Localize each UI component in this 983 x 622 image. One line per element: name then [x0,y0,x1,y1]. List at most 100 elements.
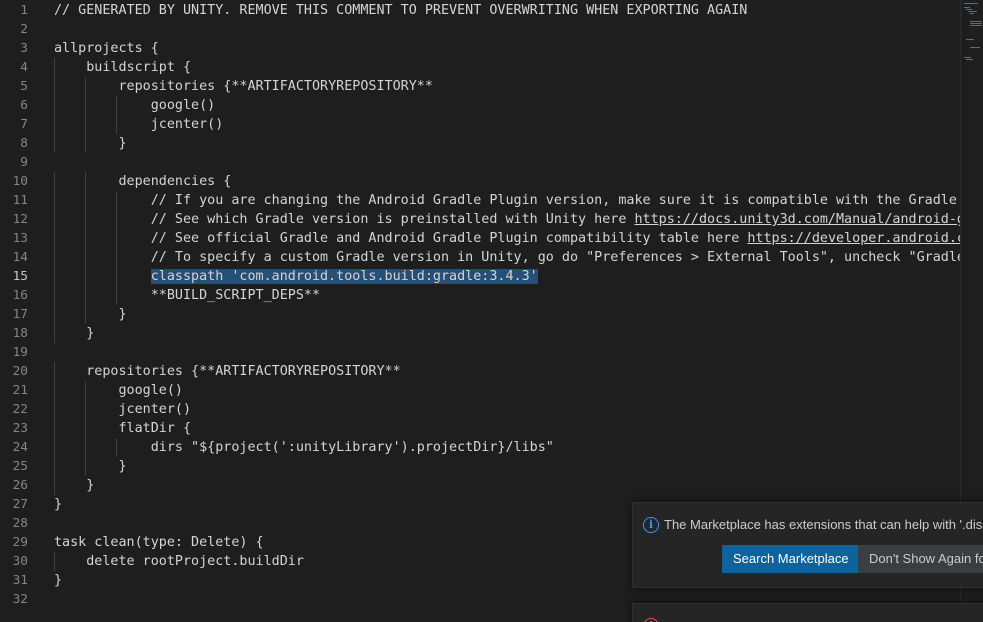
code-line[interactable]: 6 google() [0,96,960,115]
code-text: google() [54,381,183,400]
code-line[interactable]: 26 } [0,476,960,495]
code-content: // If you are changing the Android Gradl… [54,193,983,208]
line-number: 12 [12,212,28,227]
line-number: 14 [12,250,28,265]
line-number: 28 [12,516,28,531]
code-line[interactable]: 5 repositories {**ARTIFACTORYREPOSITORY*… [0,77,960,96]
minimap-line [964,7,970,8]
line-number: 1 [20,3,28,18]
code-line[interactable]: 15 classpath 'com.android.tools.build:gr… [0,267,960,286]
minimap-line [970,25,982,26]
line-number: 10 [12,174,28,189]
line-number: 30 [12,554,28,569]
minimap-line [964,3,978,4]
code-text: } [54,305,127,324]
code-line[interactable]: 18 } [0,324,960,343]
code-line[interactable]: 10 dependencies { [0,172,960,191]
line-number: 24 [12,440,28,455]
minimap-line [966,59,973,60]
code-content: jcenter() [54,402,192,417]
code-line[interactable]: 21 google() [0,381,960,400]
code-line[interactable]: 2 [0,20,960,39]
code-content: delete rootProject.buildDir [54,554,304,569]
selected-text: classpath 'com.android.tools.build:gradl… [150,269,538,284]
code-line[interactable]: 17 } [0,305,960,324]
code-line[interactable]: 8 } [0,134,960,153]
code-text: repositories {**ARTIFACTORYREPOSITORY** [54,362,401,381]
line-number: 18 [12,326,28,341]
code-content: // To specify a custom Gradle version in… [54,250,983,265]
code-content: flatDir { [54,421,192,436]
code-line[interactable]: 24 dirs "${project(':unityLibrary').proj… [0,438,960,457]
code-text: // GENERATED BY UNITY. REMOVE THIS COMME… [54,1,747,20]
code-content: buildscript { [54,60,192,75]
code-line[interactable]: 9 [0,153,960,172]
code-text: delete rootProject.buildDir [54,552,304,571]
code-text: // See official Gradle and Android Gradl… [54,229,983,248]
line-number: 11 [12,193,28,208]
code-content: } [54,307,127,322]
code-line[interactable]: 25 } [0,457,960,476]
code-text: } [54,324,94,343]
code-content: google() [54,98,216,113]
code-content: } [54,478,95,493]
dont-show-again-button[interactable]: Don't Show Again for [858,545,983,573]
code-line[interactable]: 22 jcenter() [0,400,960,419]
error-icon: ! [643,618,659,622]
code-content: repositories {**ARTIFACTORYREPOSITORY** [54,79,433,94]
code-line[interactable]: 3 allprojects { [0,39,960,58]
code-line[interactable]: 20 repositories {**ARTIFACTORYREPOSITORY… [0,362,960,381]
line-number: 26 [12,478,28,493]
line-number: 19 [12,345,28,360]
code-line[interactable]: 7 jcenter() [0,115,960,134]
code-text: dependencies { [54,172,231,191]
line-number: 6 [20,98,28,113]
line-number: 13 [12,231,28,246]
code-line[interactable]: 16 **BUILD_SCRIPT_DEPS** [0,286,960,305]
url-link[interactable]: https://developer.android.com/st [747,231,983,246]
code-line[interactable]: 11 // If you are changing the Android Gr… [0,191,983,210]
line-number: 9 [20,155,28,170]
code-line[interactable]: 4 buildscript { [0,58,960,77]
minimap-line [964,57,971,58]
code-content: } [54,459,127,474]
code-text: } [54,476,94,495]
code-text: jcenter() [54,400,191,419]
minimap-line [968,11,977,12]
code-line[interactable]: 23 flatDir { [0,419,960,438]
url-link[interactable]: https://docs.unity3d.com/Manual/android-… [634,212,983,227]
minimap-line [966,9,972,10]
code-content: task clean(type: Delete) { [54,535,264,550]
code-content: } [54,326,95,341]
code-content: **BUILD_SCRIPT_DEPS** [54,288,321,303]
code-editor[interactable]: 1 // GENERATED BY UNITY. REMOVE THIS COMM… [0,0,983,622]
code-content: } [54,573,63,588]
line-number: 8 [20,136,28,151]
code-text: jcenter() [54,115,224,134]
code-line[interactable]: 14 // To specify a custom Gradle version… [0,248,983,267]
line-number: 25 [12,459,28,474]
line-number: 2 [20,22,28,37]
code-text: repositories {**ARTIFACTORYREPOSITORY** [54,77,433,96]
minimap-line [970,13,974,14]
code-line[interactable]: 12 // See which Gradle version is preins… [0,210,983,229]
line-number: 21 [12,383,28,398]
code-content: } [54,497,63,512]
search-marketplace-button[interactable]: Search Marketplace [722,545,860,573]
code-text: } [54,457,127,476]
line-number: 15 [12,269,28,284]
notification-message: The Marketplace has extensions that can … [664,517,983,532]
code-text: flatDir { [54,419,191,438]
code-content [54,269,151,284]
line-number: 20 [12,364,28,379]
code-line[interactable]: 13 // See official Gradle and Android Gr… [0,229,983,248]
info-icon: i [643,517,659,533]
code-text: buildscript { [54,58,191,77]
minimap-line [966,39,974,40]
minimap-line [970,47,980,48]
code-line[interactable]: 1 // GENERATED BY UNITY. REMOVE THIS COMM… [0,1,960,20]
minimap-line [970,23,982,24]
code-line[interactable]: 19 [0,343,960,362]
code-text: // To specify a custom Gradle version in… [54,248,983,267]
code-content: repositories {**ARTIFACTORYREPOSITORY** [54,364,401,379]
